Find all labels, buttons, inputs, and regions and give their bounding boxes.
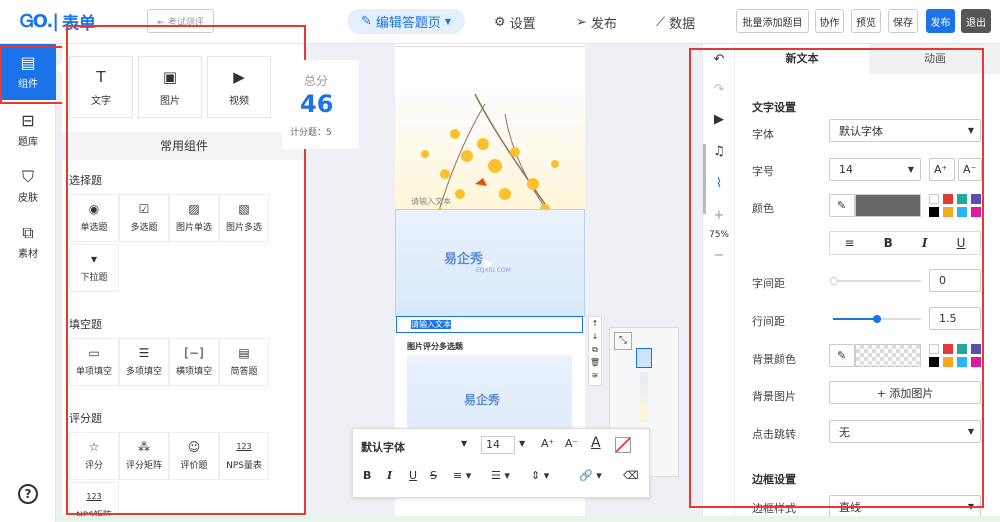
panel-pointer <box>56 62 62 74</box>
block-tools: ↑ ↓ ⧉ 🗑 ≋ <box>588 316 602 386</box>
collapse-icon[interactable]: ⤡ <box>614 332 632 350</box>
list-icon[interactable]: ☰ ▾ <box>491 469 510 482</box>
inbox-icon: ⊟ <box>21 110 35 130</box>
text-format-toolbar: 默认字体 ▼ 14 ▼ A⁺ A⁻ A B I U S ≡ ▾ ☰ ▾ ⇕ ▾ … <box>352 428 650 498</box>
align-icon[interactable]: ≡ ▾ <box>453 469 471 482</box>
sidebar-item-question-bank[interactable]: ⊟ 题库 <box>0 102 56 158</box>
help-icon[interactable]: ? <box>18 484 38 504</box>
sidebar-item-label: 题库 <box>18 136 38 148</box>
link-icon[interactable]: 🔗 ▾ <box>579 469 602 482</box>
sidebar-item-label: 素材 <box>18 248 38 260</box>
highlight-color-icon[interactable] <box>615 437 631 453</box>
chevron-down-icon[interactable]: ▼ <box>461 439 467 448</box>
strikethrough-icon[interactable]: S <box>430 469 437 482</box>
nav-data-label: 数据 <box>669 17 696 32</box>
publish-button[interactable]: 发布 <box>926 9 955 33</box>
underline-icon[interactable]: U <box>409 469 417 482</box>
canvas-top-line <box>395 44 585 47</box>
shirt-icon: ⛉ <box>21 166 34 186</box>
sidebar-item-material[interactable]: ⧉ 素材 <box>0 214 56 270</box>
minimap-viewport[interactable] <box>636 348 652 368</box>
total-score-label: 总分 <box>304 74 329 88</box>
watermark-sub: EQXIU.COM <box>476 267 511 274</box>
logo-mark: ᏀO.| <box>20 10 59 32</box>
font-color-icon[interactable]: A <box>591 435 601 451</box>
highlight-box-panel <box>66 25 306 515</box>
save-button[interactable]: 保存 <box>888 9 918 33</box>
exit-button[interactable]: 退出 <box>961 9 991 33</box>
font-decrease-icon[interactable]: A⁻ <box>565 437 578 450</box>
nav-settings-label: 设置 <box>509 17 536 32</box>
play-icon[interactable]: ▶ <box>484 256 493 270</box>
bold-icon[interactable]: B <box>363 469 371 482</box>
video-block[interactable]: 易企秀 EQXIU.COM ▶ <box>395 209 585 317</box>
move-up-icon[interactable]: ↑ <box>589 317 601 330</box>
text-edit-box[interactable]: 请输入文本 <box>396 316 583 333</box>
watermark-logo-2: 易企秀 <box>464 393 501 407</box>
move-down-icon[interactable]: ↓ <box>589 330 601 343</box>
copy-icon[interactable]: ⧉ <box>589 343 601 356</box>
question-title: 图片评分多选题 <box>407 342 463 351</box>
collab-button[interactable]: 协作 <box>815 9 844 33</box>
scored-question-count: 计分题：5 <box>290 128 332 138</box>
send-icon: ➢ <box>576 15 587 30</box>
nav-publish[interactable]: ➢ 发布 <box>576 13 617 32</box>
nav-publish-label: 发布 <box>590 17 617 32</box>
sidebar-item-label: 皮肤 <box>18 192 38 204</box>
total-score-value: 46 <box>300 90 334 118</box>
material-icon: ⧉ <box>22 222 34 242</box>
watermark-logo: 易企秀 <box>444 252 484 267</box>
score-card: 总分 46 计分题：5 <box>282 60 359 149</box>
edit-icon: ✎ <box>360 14 372 29</box>
bottom-strip <box>56 516 1000 522</box>
highlight-box-properties <box>689 48 984 508</box>
delete-icon[interactable]: 🗑 <box>589 356 601 369</box>
italic-icon[interactable]: I <box>387 469 392 482</box>
bulk-add-button[interactable]: 批量添加题目 <box>736 9 809 33</box>
layer-icon[interactable]: ≋ <box>589 369 601 382</box>
nav-edit-page[interactable]: ✎ 编辑答题页 ▼ <box>347 9 465 34</box>
line-spacing-icon[interactable]: ⇕ ▾ <box>531 469 549 482</box>
chevron-down-icon: ▼ <box>444 17 452 26</box>
left-sidebar: ▤ 组件 ⊟ 题库 ⛉ 皮肤 ⧉ 素材 ? <box>0 44 56 522</box>
chevron-down-icon[interactable]: ▼ <box>519 439 525 448</box>
eraser-icon[interactable]: ⌫ <box>623 469 639 482</box>
sidebar-item-skin[interactable]: ⛉ 皮肤 <box>0 158 56 214</box>
font-select[interactable]: 默认字体 <box>361 439 405 455</box>
gear-icon: ⚙ <box>494 15 506 30</box>
minimap-content <box>640 372 648 422</box>
preview-button[interactable]: 预览 <box>851 9 881 33</box>
size-select[interactable]: 14 <box>481 436 515 454</box>
selected-text: 请输入文本 <box>411 320 451 329</box>
chart-icon: ⟋ <box>656 15 666 30</box>
font-increase-icon[interactable]: A⁺ <box>541 437 554 450</box>
nav-edit-label: 编辑答题页 <box>375 16 441 31</box>
nav-settings[interactable]: ⚙ 设置 <box>494 13 536 32</box>
nav-data[interactable]: ⟋ 数据 <box>656 13 695 32</box>
text-placeholder-1[interactable]: 请输入文本 <box>411 196 451 207</box>
